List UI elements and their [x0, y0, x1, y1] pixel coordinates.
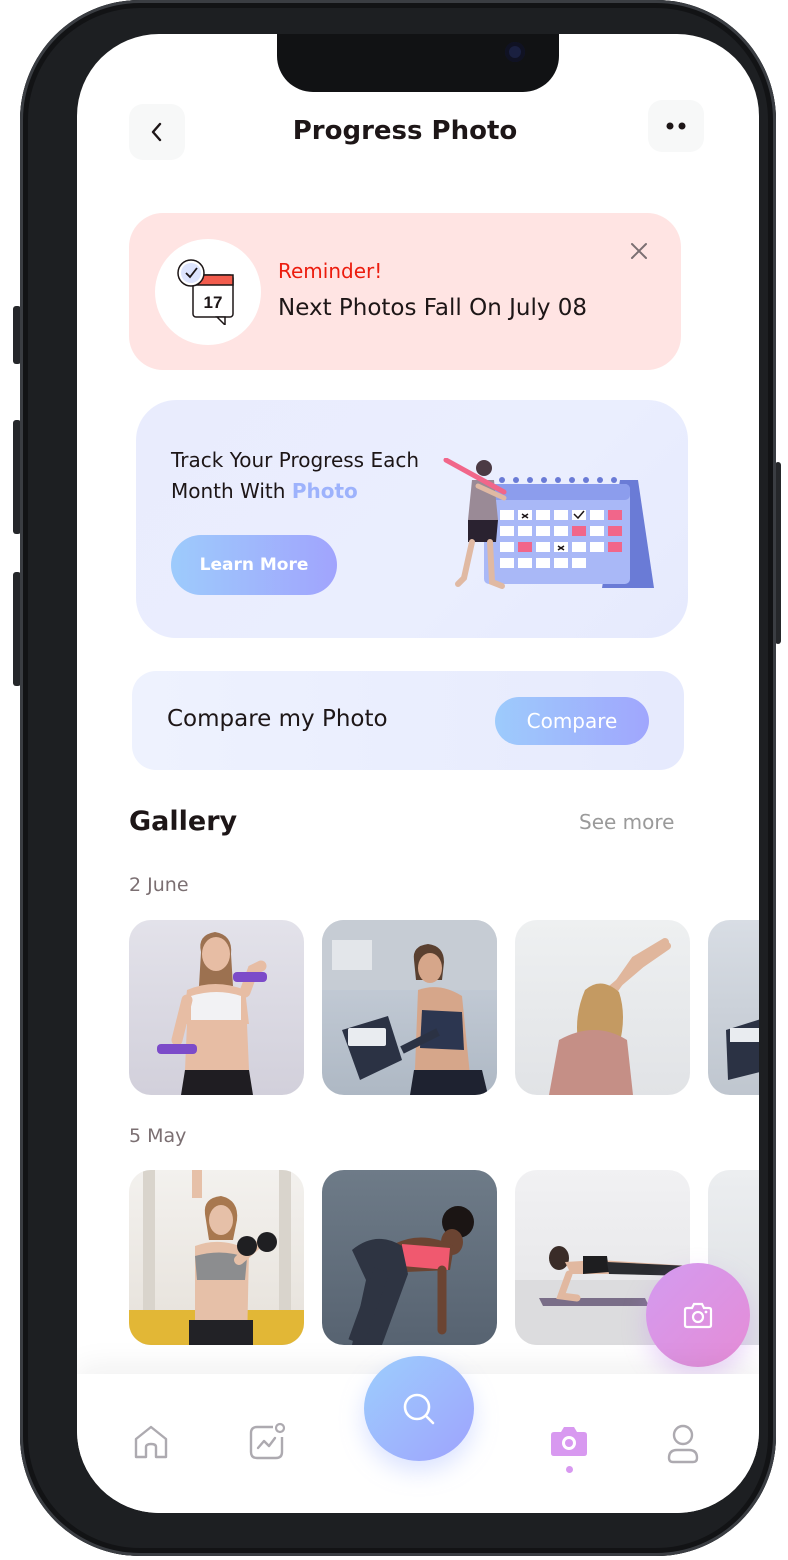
close-icon	[631, 243, 647, 259]
screen: Progress Photo 17 Reminder! Next Photos …	[77, 34, 759, 1513]
track-line-2-prefix: Month With	[171, 479, 292, 503]
gallery-photo-lift[interactable]	[129, 1170, 304, 1345]
reminder-text: Next Photos Fall On July 08	[278, 295, 588, 321]
compare-card: Compare my Photo Compare	[132, 671, 684, 770]
reminder-label: Reminder!	[278, 259, 383, 283]
gallery-title: Gallery	[129, 806, 238, 837]
gallery-photo-bike[interactable]	[322, 920, 497, 1095]
take-photo-button[interactable]	[646, 1263, 750, 1367]
see-more-link[interactable]: See more	[579, 810, 674, 834]
learn-more-button[interactable]: Learn More	[171, 535, 337, 595]
gallery-photo-partial-1[interactable]	[708, 920, 759, 1095]
active-indicator	[566, 1466, 573, 1473]
woman-stretching-image	[549, 938, 671, 1095]
track-progress-card: Track Your Progress Each Month With Phot…	[136, 400, 688, 638]
calendar-day: 17	[204, 293, 223, 312]
phone-frame: Progress Photo 17 Reminder! Next Photos …	[20, 0, 776, 1556]
track-line-1: Track Your Progress Each	[171, 448, 420, 472]
woman-bending-stretch-image	[348, 1206, 474, 1345]
track-progress-text: Track Your Progress Each Month With Phot…	[171, 445, 419, 507]
profile-icon	[667, 1424, 699, 1464]
camera-active-icon	[551, 1427, 587, 1456]
gallery-date-1: 2 June	[129, 874, 189, 896]
woman-on-exercise-bike-image	[322, 920, 497, 1095]
more-options-button[interactable]	[648, 100, 704, 152]
activity-icon	[249, 1422, 286, 1460]
gallery-date-2: 5 May	[129, 1125, 187, 1147]
nav-activity[interactable]	[247, 1422, 291, 1466]
calendar-clock-badge: 17	[155, 239, 261, 345]
woman-with-dumbbells-image	[157, 932, 267, 1095]
search-button[interactable]	[364, 1356, 474, 1461]
camera-icon	[683, 1302, 713, 1329]
nav-camera[interactable]	[549, 1424, 589, 1473]
gallery-photo-bend[interactable]	[322, 1170, 497, 1345]
calendar-clock-icon: 17	[177, 259, 234, 325]
page-title: Progress Photo	[292, 116, 518, 146]
gallery-photo-dumbbells[interactable]	[129, 920, 304, 1095]
more-dots-icon	[666, 122, 686, 130]
compare-text: Compare my Photo	[167, 706, 388, 732]
home-icon	[134, 1425, 168, 1459]
notch	[277, 34, 559, 92]
reminder-card: 17 Reminder! Next Photos Fall On July 08	[129, 213, 681, 370]
search-icon	[403, 1393, 435, 1424]
nav-home[interactable]	[131, 1422, 175, 1466]
nav-profile[interactable]	[663, 1422, 703, 1466]
gallery-photo-stretch[interactable]	[515, 920, 690, 1095]
front-camera	[505, 42, 525, 62]
compare-button[interactable]: Compare	[495, 697, 649, 745]
track-line-2-accent: Photo	[291, 479, 358, 503]
woman-lifting-dumbbell-image	[129, 1170, 304, 1345]
track-line-2: Month With Photo	[171, 476, 419, 507]
calendar-illustration	[443, 458, 654, 589]
close-reminder-button[interactable]	[625, 237, 653, 265]
partial-photo-image	[726, 1019, 759, 1080]
